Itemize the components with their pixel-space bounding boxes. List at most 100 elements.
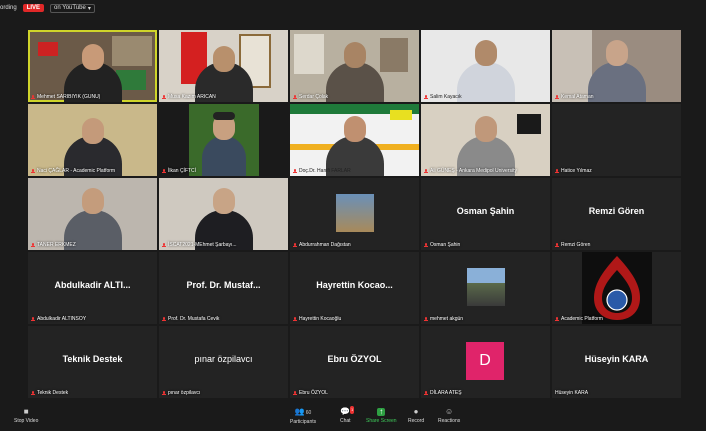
academic-platform-logo	[582, 252, 652, 324]
record-button[interactable]: ● Record	[408, 408, 425, 425]
participant-tile[interactable]: Osman Şahin Osman Şahin	[421, 178, 550, 250]
stop-video-button[interactable]: ■ Stop Video	[14, 407, 39, 425]
share-screen-icon: ↑	[377, 407, 386, 416]
meeting-topbar: ording LIVE on YouTube ▾	[0, 0, 706, 16]
participant-label: Doç.Dr. Hanifi FARLAR	[293, 168, 351, 174]
muted-mic-icon	[31, 390, 35, 396]
muted-mic-icon	[31, 168, 35, 174]
chat-icon: 💬 1	[340, 406, 355, 416]
participant-label: Kemal Ataman	[555, 94, 594, 100]
youtube-label: on YouTube	[54, 5, 86, 11]
video-feed	[421, 30, 550, 102]
participants-label: Participants	[290, 419, 317, 425]
profile-photo	[467, 268, 505, 306]
participant-label: Abdulkadir ALTINSOY	[31, 316, 86, 322]
share-screen-button[interactable]: ↑ Share Screen	[366, 407, 397, 425]
participant-tile[interactable]: TANER ERKMEZ	[28, 178, 157, 250]
video-camera-icon: ■	[23, 407, 29, 416]
participant-tile[interactable]: İSCAT2021-MEhmet Şarbayı...	[159, 178, 288, 250]
participant-tile[interactable]: Salim Kayacık	[421, 30, 550, 102]
muted-mic-icon	[293, 242, 297, 248]
reactions-label: Reactions	[438, 418, 461, 424]
muted-mic-icon	[162, 168, 166, 174]
video-feed	[28, 104, 157, 176]
participant-tile[interactable]: Ali GÜNEŞ - Ankara Medipol University	[421, 104, 550, 176]
participant-tile[interactable]: Hayrettin Kocao... Hayrettin Kocaoğlu	[290, 252, 419, 324]
participant-tile[interactable]: Hatice Yılmaz	[552, 104, 681, 176]
participant-tile[interactable]: Mehmet SARIBIYIK (GUNU)	[28, 30, 157, 102]
video-feed	[290, 104, 419, 176]
participant-label: mehmet akgün	[424, 316, 463, 322]
muted-mic-icon	[293, 168, 297, 174]
participant-tile[interactable]: mehmet akgün	[421, 252, 550, 324]
participant-display-name: pınar özpilavcı	[194, 354, 253, 364]
participant-label: İSCAT2021-MEhmet Şarbayı...	[162, 242, 237, 248]
participant-display-name: Abdulkadir ALTI...	[54, 280, 131, 290]
muted-mic-icon	[424, 242, 428, 248]
participant-display-name: Prof. Dr. Mustaf...	[186, 280, 261, 290]
participant-tile[interactable]: Abdurrahman Dağıstan	[290, 178, 419, 250]
participant-tile[interactable]: Remzi Gören Remzi Gören	[552, 178, 681, 250]
participant-tile[interactable]: Doç.Dr. Hanifi FARLAR	[290, 104, 419, 176]
participant-label: Hatice Yılmaz	[555, 168, 592, 174]
participant-tile[interactable]: İlkan ÇİFTCİ	[159, 104, 288, 176]
video-feed	[290, 30, 419, 102]
participant-label: Ebru ÖZYOL	[293, 390, 328, 396]
record-label: Record	[408, 418, 425, 424]
muted-mic-icon	[555, 316, 559, 322]
participant-tile[interactable]: Ebru ÖZYOL Ebru ÖZYOL	[290, 326, 419, 398]
muted-mic-icon	[424, 94, 428, 100]
youtube-dropdown[interactable]: on YouTube ▾	[50, 3, 95, 13]
muted-mic-icon	[31, 242, 35, 248]
participant-label: pınar özpilavcı	[162, 390, 200, 396]
participant-display-name: Teknik Destek	[62, 354, 123, 364]
participants-count: 60	[305, 410, 312, 416]
video-feed	[159, 104, 288, 176]
participant-tile[interactable]: Serdar Çolak	[290, 30, 419, 102]
participant-tile[interactable]: D DİLARA ATEŞ	[421, 326, 550, 398]
participant-display-name: Osman Şahin	[456, 206, 515, 216]
video-feed	[28, 30, 157, 102]
participant-label: Abdurrahman Dağıstan	[293, 242, 351, 248]
muted-mic-icon	[424, 316, 428, 322]
participant-tile[interactable]: Academic Platform	[552, 252, 681, 324]
participants-button[interactable]: 👥60 Participants	[290, 408, 317, 426]
muted-mic-icon	[162, 242, 166, 248]
participant-label: Prof. Dr. Mustafa Cevik	[162, 316, 219, 322]
participant-label: Osman Şahin	[424, 242, 460, 248]
participant-tile[interactable]: Musa Kazım ARICAN	[159, 30, 288, 102]
muted-mic-icon	[555, 94, 559, 100]
video-feed	[159, 30, 288, 102]
participant-label: Ali GÜNEŞ - Ankara Medipol University	[424, 168, 517, 174]
participant-tile[interactable]: pınar özpilavcı pınar özpilavcı	[159, 326, 288, 398]
participant-tile[interactable]: Abdulkadir ALTI... Abdulkadir ALTINSOY	[28, 252, 157, 324]
stop-video-label: Stop Video	[14, 418, 39, 424]
reactions-button[interactable]: ☺ Reactions	[438, 407, 461, 425]
muted-mic-icon	[424, 390, 428, 396]
chat-button[interactable]: 💬 1 Chat	[340, 406, 355, 424]
participant-label: Salim Kayacık	[424, 94, 462, 100]
participant-tile[interactable]: Hüseyin KARA Hüseyin KARA	[552, 326, 681, 398]
participant-display-name: Hayrettin Kocao...	[316, 280, 393, 290]
participant-tile[interactable]: Prof. Dr. Mustaf... Prof. Dr. Mustafa Ce…	[159, 252, 288, 324]
muted-mic-icon	[555, 168, 559, 174]
reactions-icon: ☺	[445, 407, 454, 416]
participant-tile[interactable]: Kemal Ataman	[552, 30, 681, 102]
muted-mic-icon	[555, 242, 559, 248]
muted-mic-icon	[162, 94, 166, 100]
participant-display-name: Ebru ÖZYOL	[327, 354, 382, 364]
participant-label: Naci ÇAĞLAR - Academic Platform	[31, 168, 115, 174]
chat-badge: 1	[350, 406, 355, 414]
meeting-toolbar: ■ Stop Video 👥60 Participants 💬 1 Chat ↑ …	[0, 403, 706, 431]
participant-label: Mehmet SARIBIYIK (GUNU)	[31, 94, 100, 100]
participant-label: DİLARA ATEŞ	[424, 390, 462, 396]
participant-label: Musa Kazım ARICAN	[162, 94, 216, 100]
avatar-initial: D	[479, 352, 491, 369]
participant-tile[interactable]: Naci ÇAĞLAR - Academic Platform	[28, 104, 157, 176]
avatar: D	[466, 342, 504, 380]
participant-tile[interactable]: Teknik Destek Teknik Destek	[28, 326, 157, 398]
muted-mic-icon	[293, 390, 297, 396]
participant-label: Academic Platform	[555, 316, 603, 322]
live-badge[interactable]: LIVE	[22, 4, 45, 12]
gallery-grid: Mehmet SARIBIYIK (GUNU) Musa Kazım ARICA…	[28, 30, 681, 398]
